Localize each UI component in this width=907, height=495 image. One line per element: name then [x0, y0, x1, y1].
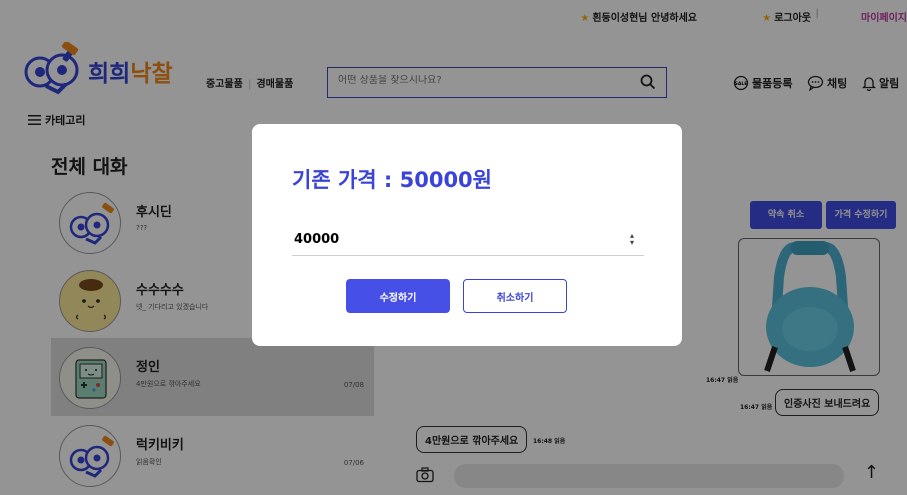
cancel-button[interactable]: 취소하기 — [463, 279, 567, 313]
edit-price-modal: 기존 가격 : 50000원 ▴▾ 수정하기 취소하기 — [252, 124, 682, 346]
number-stepper-icon[interactable]: ▴ ▾ — [630, 232, 634, 247]
price-input[interactable] — [292, 224, 644, 256]
modal-title: 기존 가격 : 50000원 — [292, 168, 492, 192]
confirm-edit-button[interactable]: 수정하기 — [346, 279, 450, 313]
